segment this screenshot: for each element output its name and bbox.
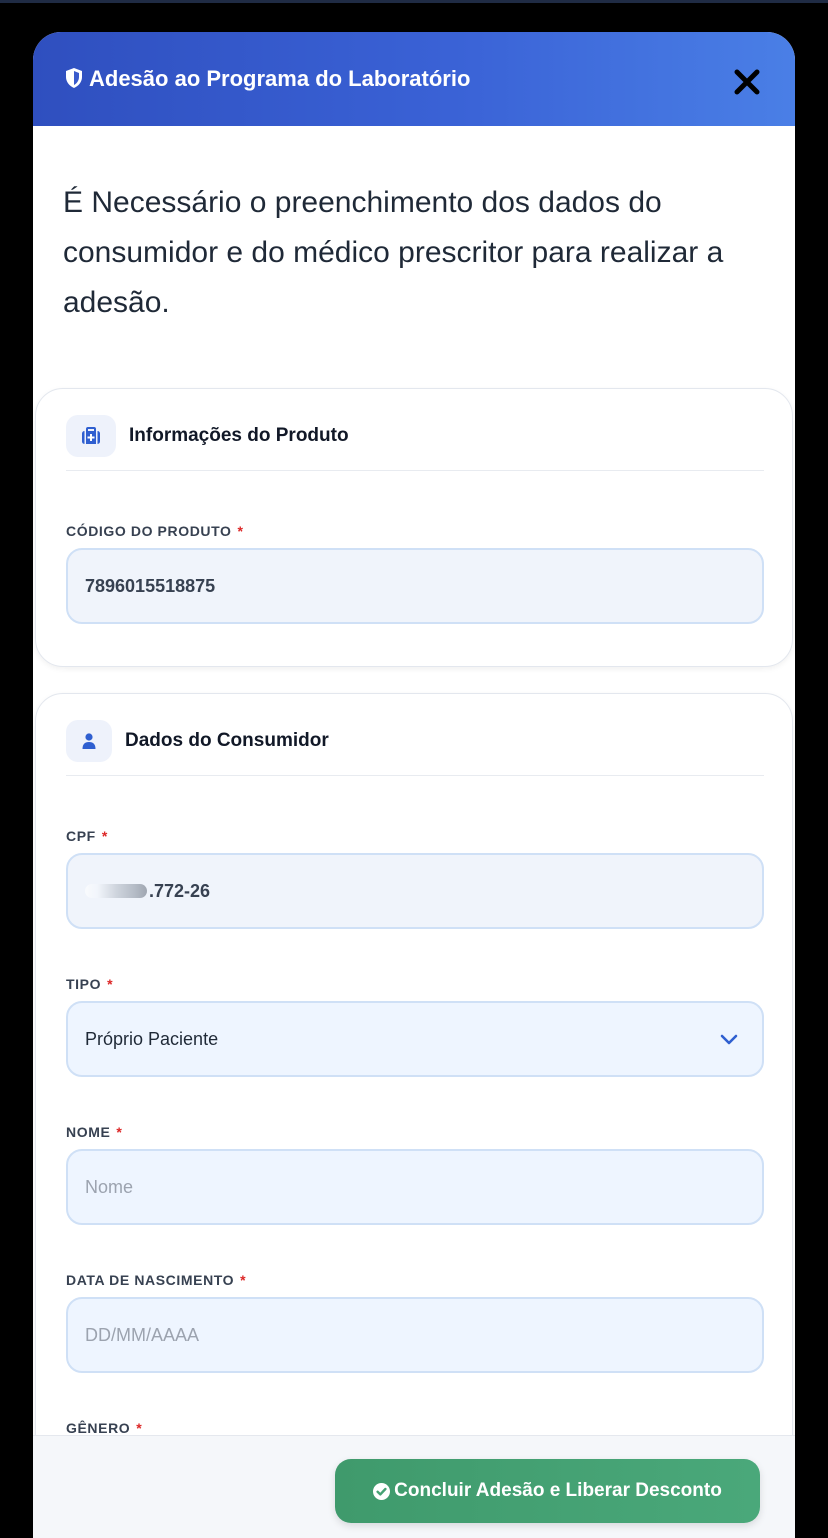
cpf-value: .772-26 xyxy=(149,880,211,901)
consumer-card-title: Dados do Consumidor xyxy=(125,730,329,751)
close-icon[interactable] xyxy=(733,68,761,96)
chevron-down-icon xyxy=(720,1034,738,1045)
check-circle-icon xyxy=(373,1482,391,1500)
cpf-label: CPF * xyxy=(66,828,108,844)
shield-icon xyxy=(66,68,82,88)
required-marker: * xyxy=(116,1124,123,1140)
nome-label: NOME * xyxy=(66,1124,122,1140)
consumer-data-card: Dados do Consumidor CPF * .772-26 TIPO * P… xyxy=(35,693,793,1435)
tipo-select[interactable]: Próprio Paciente xyxy=(66,1001,764,1077)
required-marker: * xyxy=(107,976,114,992)
user-icon xyxy=(66,720,112,762)
submit-adhesion-button[interactable]: Concluir Adesão e Liberar Desconto xyxy=(335,1459,760,1523)
modal-title: Adesão ao Programa do Laboratório xyxy=(89,66,471,91)
modal-header: Adesão ao Programa do Laboratório xyxy=(33,32,795,126)
tipo-label: TIPO * xyxy=(66,976,113,992)
medical-kit-icon xyxy=(66,415,116,457)
product-code-label-text: CÓDIGO DO PRODUTO xyxy=(66,523,232,539)
nascimento-placeholder: DD/MM/AAAA xyxy=(85,1324,200,1345)
tipo-label-text: TIPO xyxy=(66,976,102,992)
required-marker: * xyxy=(101,828,108,844)
top-border xyxy=(0,0,828,3)
nascimento-label-text: DATA DE NASCIMENTO xyxy=(66,1272,235,1288)
required-marker: * xyxy=(237,523,244,539)
cpf-field[interactable]: .772-26 xyxy=(66,853,764,929)
adhesion-modal: Adesão ao Programa do Laboratório É Nece… xyxy=(33,32,795,1538)
submit-adhesion-label: Concluir Adesão e Liberar Desconto xyxy=(394,1480,722,1501)
product-info-card: Informações do Produto CÓDIGO DO PRODUTO… xyxy=(35,388,793,667)
genero-label-text: GÊNERO xyxy=(66,1420,131,1435)
consumer-card-header: Dados do Consumidor xyxy=(66,720,764,776)
required-marker: * xyxy=(136,1420,143,1435)
product-code-label: CÓDIGO DO PRODUTO * xyxy=(66,523,244,539)
modal-body[interactable]: É Necessário o preenchimento dos dados d… xyxy=(33,126,795,1435)
nascimento-label: DATA DE NASCIMENTO * xyxy=(66,1272,246,1288)
genero-label: GÊNERO * xyxy=(66,1420,142,1435)
required-marker: * xyxy=(240,1272,247,1288)
nome-label-text: NOME xyxy=(66,1124,111,1140)
intro-text: É Necessário o preenchimento dos dados d… xyxy=(63,186,724,319)
nascimento-input[interactable]: DD/MM/AAAA xyxy=(66,1297,764,1373)
nome-placeholder: Nome xyxy=(85,1176,134,1197)
cpf-label-text: CPF xyxy=(66,828,96,844)
nome-input[interactable]: Nome xyxy=(66,1149,764,1225)
product-card-title: Informações do Produto xyxy=(129,425,349,446)
product-code-value: 7896015518875 xyxy=(85,575,216,596)
redacted-cpf-digits xyxy=(85,884,147,898)
product-code-field[interactable]: 7896015518875 xyxy=(66,548,764,624)
tipo-selected-value: Próprio Paciente xyxy=(85,1028,219,1049)
product-card-header: Informações do Produto xyxy=(66,415,764,471)
modal-footer: Concluir Adesão e Liberar Desconto xyxy=(33,1435,795,1538)
